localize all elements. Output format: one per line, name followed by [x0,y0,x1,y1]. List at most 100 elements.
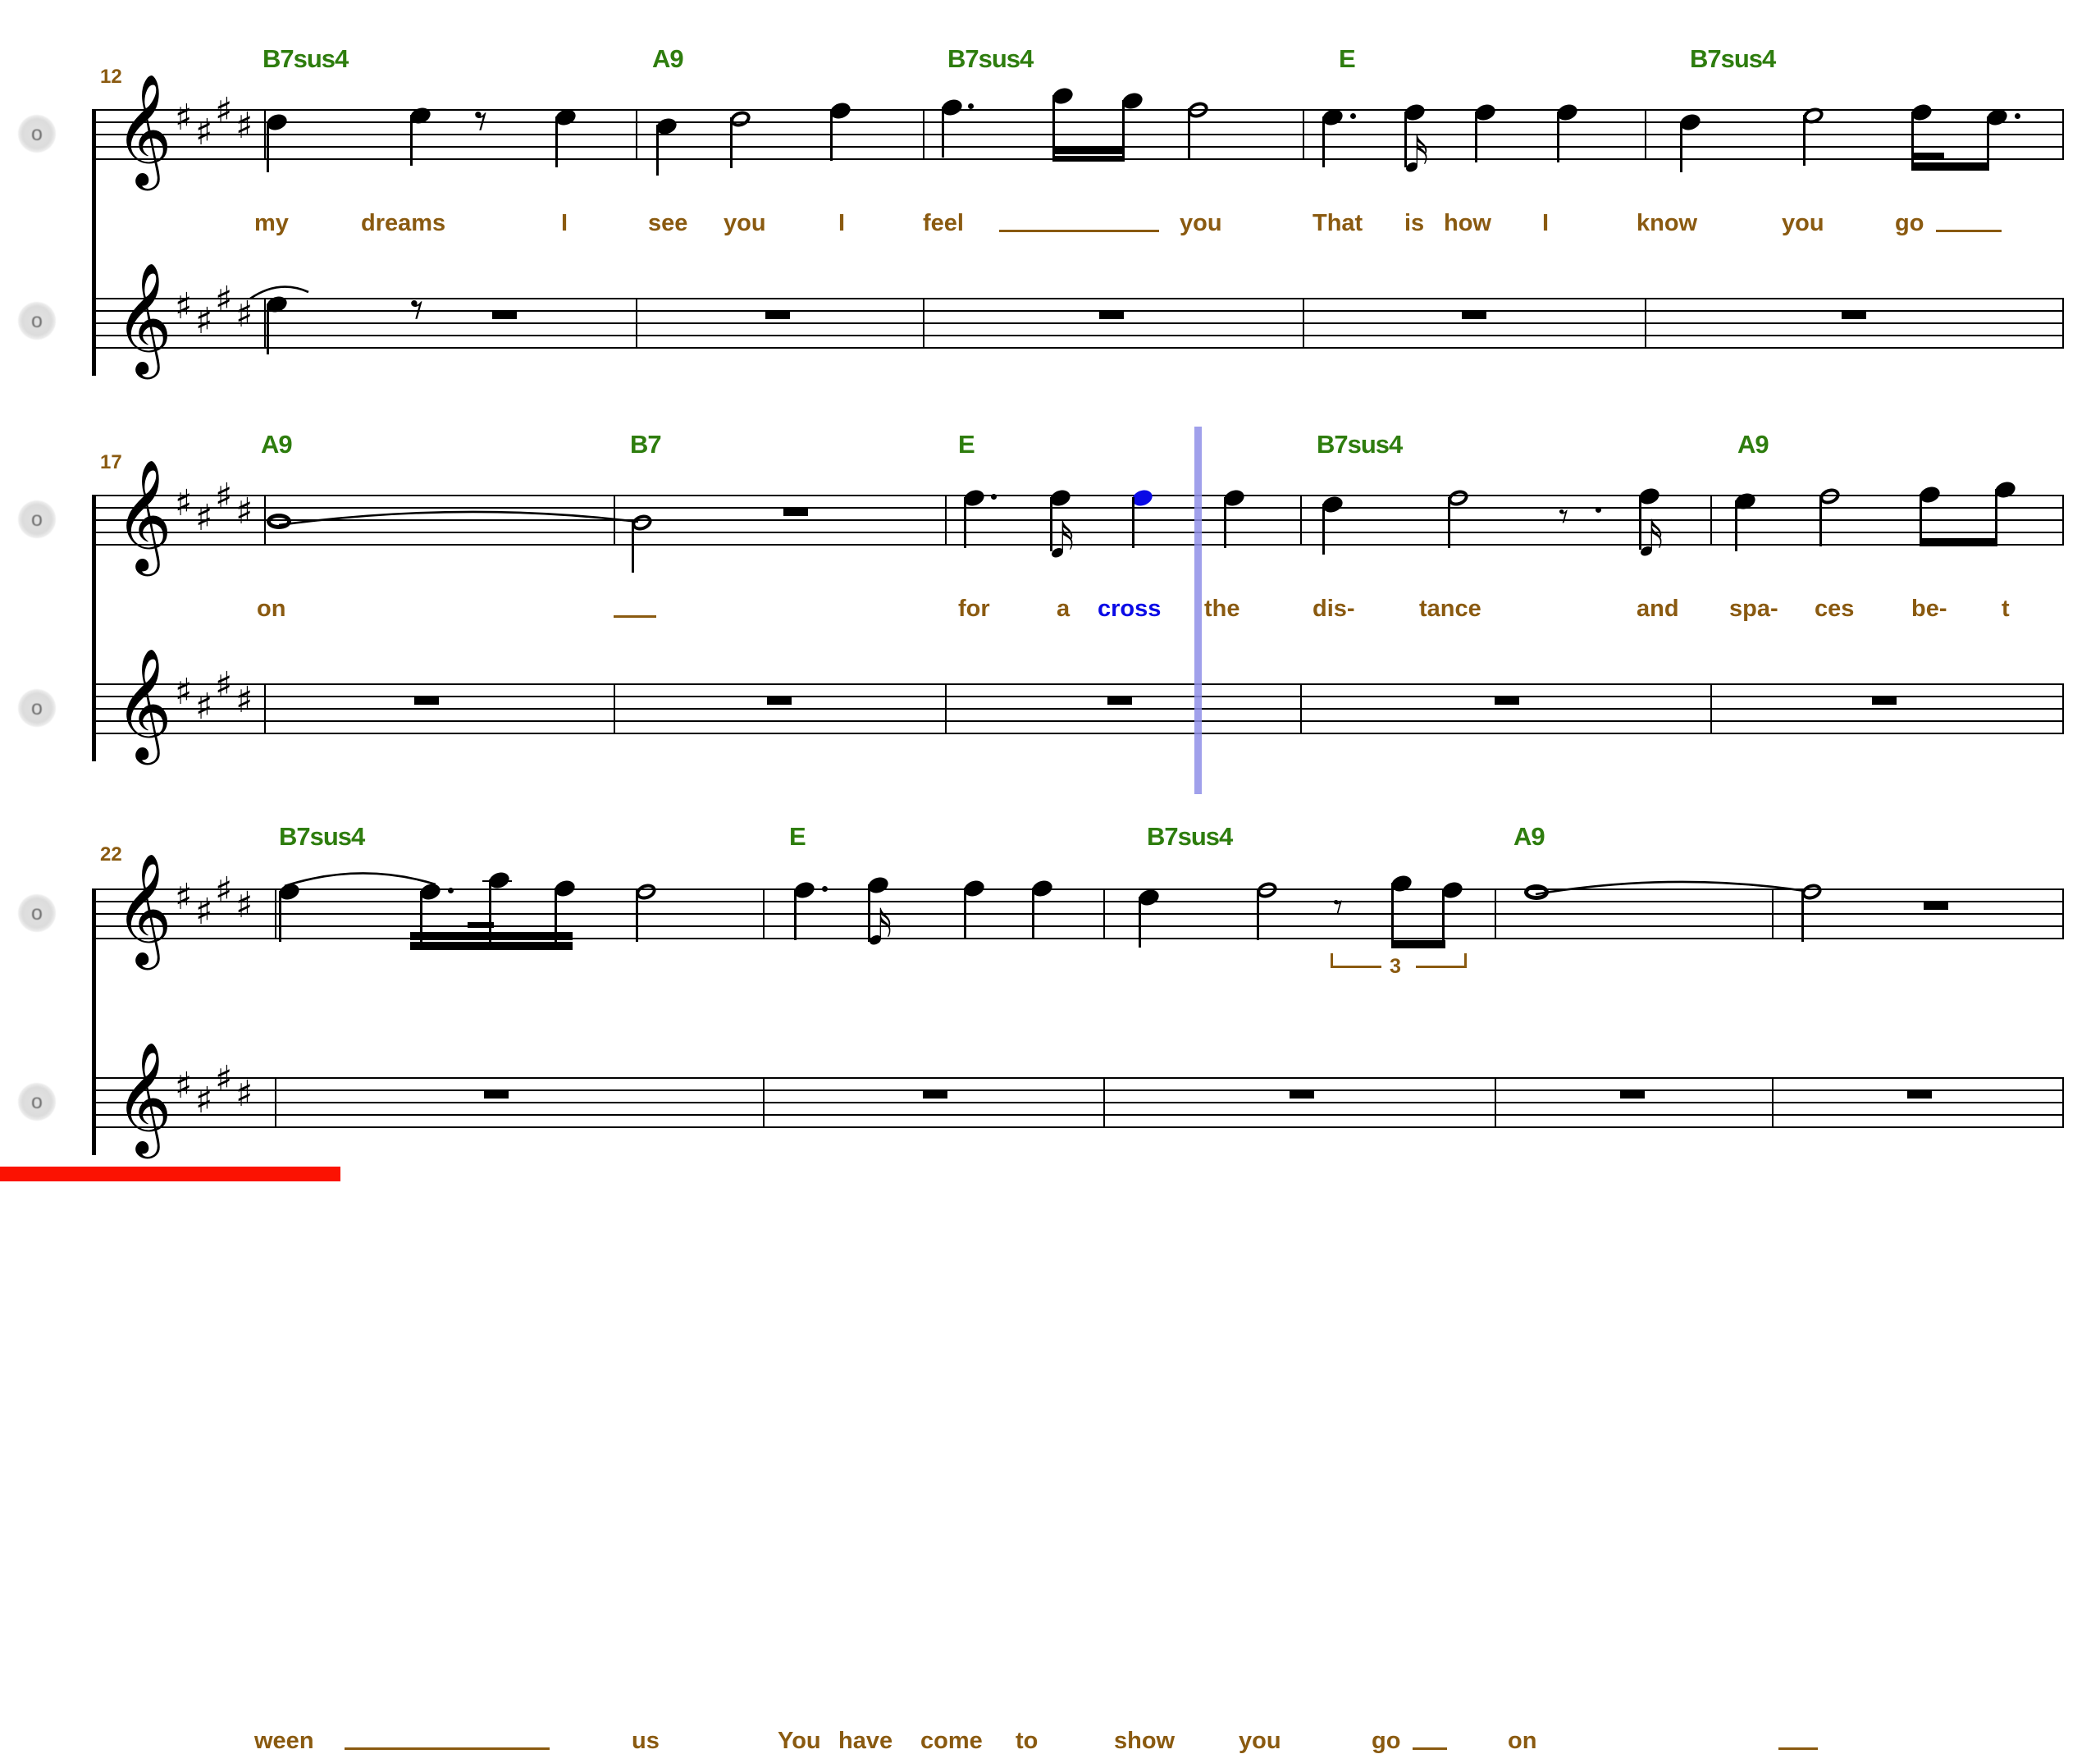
chord-symbol[interactable]: A9 [1513,824,1545,849]
lyric-syllable[interactable]: be- [1911,597,1947,621]
lyric-syllable[interactable]: us [632,1729,660,1753]
staff-line [94,347,2064,349]
playback-cursor[interactable] [1194,427,1202,794]
whole-measure-rest[interactable] [783,507,808,516]
staff-handle-2[interactable]: o [18,302,56,340]
lyric-syllable[interactable]: You [778,1729,821,1753]
lyric-syllable[interactable]: dis- [1312,597,1355,621]
quarter-rest[interactable]: 𝄾 [474,96,488,147]
barline [264,298,266,349]
lyric-syllable[interactable]: ces [1815,597,1854,621]
whole-measure-rest[interactable] [923,1089,947,1099]
whole-measure-rest[interactable] [1107,696,1132,705]
chord-symbol[interactable]: E [1339,46,1356,71]
chord-symbol[interactable]: B7sus4 [279,824,365,849]
lyric-syllable[interactable]: I [838,212,845,235]
staff-handle-4[interactable]: o [18,689,56,727]
eighth-rest[interactable]: 𝄾 [1333,888,1343,925]
lyric-syllable[interactable]: how [1444,212,1491,235]
barline [2062,683,2064,734]
lyric-melisma-line [999,230,1159,232]
chord-symbol[interactable]: E [958,432,975,457]
lyric-syllable[interactable]: feel [923,212,964,235]
staff-lower[interactable] [94,683,2064,734]
lyric-syllable[interactable]: spa- [1729,597,1778,621]
score-page[interactable]: o o 12 B7sus4 A9 B7sus4 E B7sus4 𝄞 ♯ ♯ ♯ [0,0,2100,1753]
staff-handle-3[interactable]: o [18,500,56,538]
whole-measure-rest[interactable] [765,310,790,319]
whole-measure-rest[interactable] [484,1089,509,1099]
system-3[interactable]: o o 22 B7sus4 E B7sus4 A9 𝄞 ♯ ♯ ♯ ♯ 𝅘𝅥𝅯 𝄾 … [0,763,2100,1753]
quarter-rest[interactable]: 𝄾 [410,285,424,336]
chord-symbol[interactable]: A9 [652,46,684,71]
whole-measure-rest[interactable] [1842,310,1866,319]
system-1[interactable]: o o 12 B7sus4 A9 B7sus4 E B7sus4 𝄞 ♯ ♯ ♯ [0,0,2100,386]
staff-lower[interactable] [94,298,2064,349]
lyric-syllable[interactable]: I [1542,212,1549,235]
system-2[interactable]: o o 17 A9 B7 E B7sus4 A9 𝄞 ♯ ♯ ♯ ♯ 𝅘𝅥𝅯 𝄾 𝅘𝅥𝅯… [0,386,2100,794]
lyric-syllable[interactable]: a [1057,597,1070,621]
lyric-syllable[interactable]: is [1404,212,1424,235]
lyric-syllable[interactable]: have [838,1729,892,1753]
chord-symbol[interactable]: A9 [261,432,293,457]
lyric-syllable[interactable]: I [561,212,568,235]
chord-symbol[interactable]: A9 [1737,432,1769,457]
playback-progress-fill[interactable] [0,1167,340,1181]
chord-symbol[interactable]: E [789,824,806,849]
lyric-syllable[interactable]: on [257,597,285,621]
lyric-syllable[interactable]: for [958,597,990,621]
staff-line [94,1114,2064,1116]
lyric-syllable[interactable]: you [1239,1729,1281,1753]
whole-measure-rest[interactable] [1099,310,1124,319]
lyric-syllable[interactable]: you [1782,212,1824,235]
lyric-syllable[interactable]: show [1114,1729,1175,1753]
lyric-syllable[interactable]: That [1312,212,1363,235]
lyric-syllable[interactable]: the [1204,597,1240,621]
whole-measure-rest[interactable] [414,696,439,705]
lyric-syllable-selected[interactable]: cross [1098,597,1161,621]
chord-symbol[interactable]: B7sus4 [1690,46,1776,71]
lyric-syllable[interactable]: dreams [361,212,445,235]
staff-handle-5[interactable]: o [18,894,56,932]
note-stem [964,497,966,548]
whole-measure-rest[interactable] [1462,310,1486,319]
lyric-syllable[interactable]: go [1895,212,1924,235]
eighth-rest[interactable]: 𝄾 [1559,497,1568,535]
chord-symbol[interactable]: B7sus4 [1147,824,1233,849]
lyric-syllable[interactable]: to [1016,1729,1038,1753]
lyric-syllable[interactable]: you [724,212,766,235]
whole-measure-rest[interactable] [1872,696,1897,705]
playback-progress-track[interactable] [0,1167,2100,1181]
staff-handle-6[interactable]: o [18,1083,56,1121]
barline [1495,1077,1496,1128]
whole-measure-rest[interactable] [1924,901,1948,910]
whole-measure-rest[interactable] [767,696,792,705]
lyric-syllable[interactable]: t [2002,597,2010,621]
lyric-syllable[interactable]: you [1180,212,1222,235]
lyric-syllable[interactable]: go [1372,1729,1400,1753]
chord-symbol[interactable]: B7sus4 [947,46,1034,71]
lyric-syllable[interactable]: tance [1419,597,1481,621]
whole-measure-rest[interactable] [1907,1089,1932,1099]
chord-symbol[interactable]: B7sus4 [262,46,349,71]
chord-symbol[interactable]: B7 [630,432,662,457]
augmentation-dot [991,494,997,500]
lyric-syllable[interactable]: see [648,212,687,235]
whole-measure-rest[interactable] [492,310,517,319]
lyric-syllable[interactable]: ween [254,1729,314,1753]
staff-handle-1[interactable]: o [18,115,56,153]
lyric-syllable[interactable]: and [1637,597,1679,621]
lyric-syllable[interactable]: come [920,1729,983,1753]
chord-symbol[interactable]: B7sus4 [1317,432,1403,457]
staff-lower[interactable] [94,1077,2064,1128]
lyric-syllable[interactable]: my [254,212,289,235]
lyric-syllable[interactable]: know [1637,212,1697,235]
barline [1710,683,1712,734]
note-stem [410,115,413,166]
whole-measure-rest[interactable] [1495,696,1519,705]
staff-line [94,495,2064,496]
whole-measure-rest[interactable] [1290,1089,1314,1099]
lyric-syllable[interactable]: on [1508,1729,1536,1753]
sharp-icon: ♯ [175,671,192,713]
whole-measure-rest[interactable] [1620,1089,1645,1099]
